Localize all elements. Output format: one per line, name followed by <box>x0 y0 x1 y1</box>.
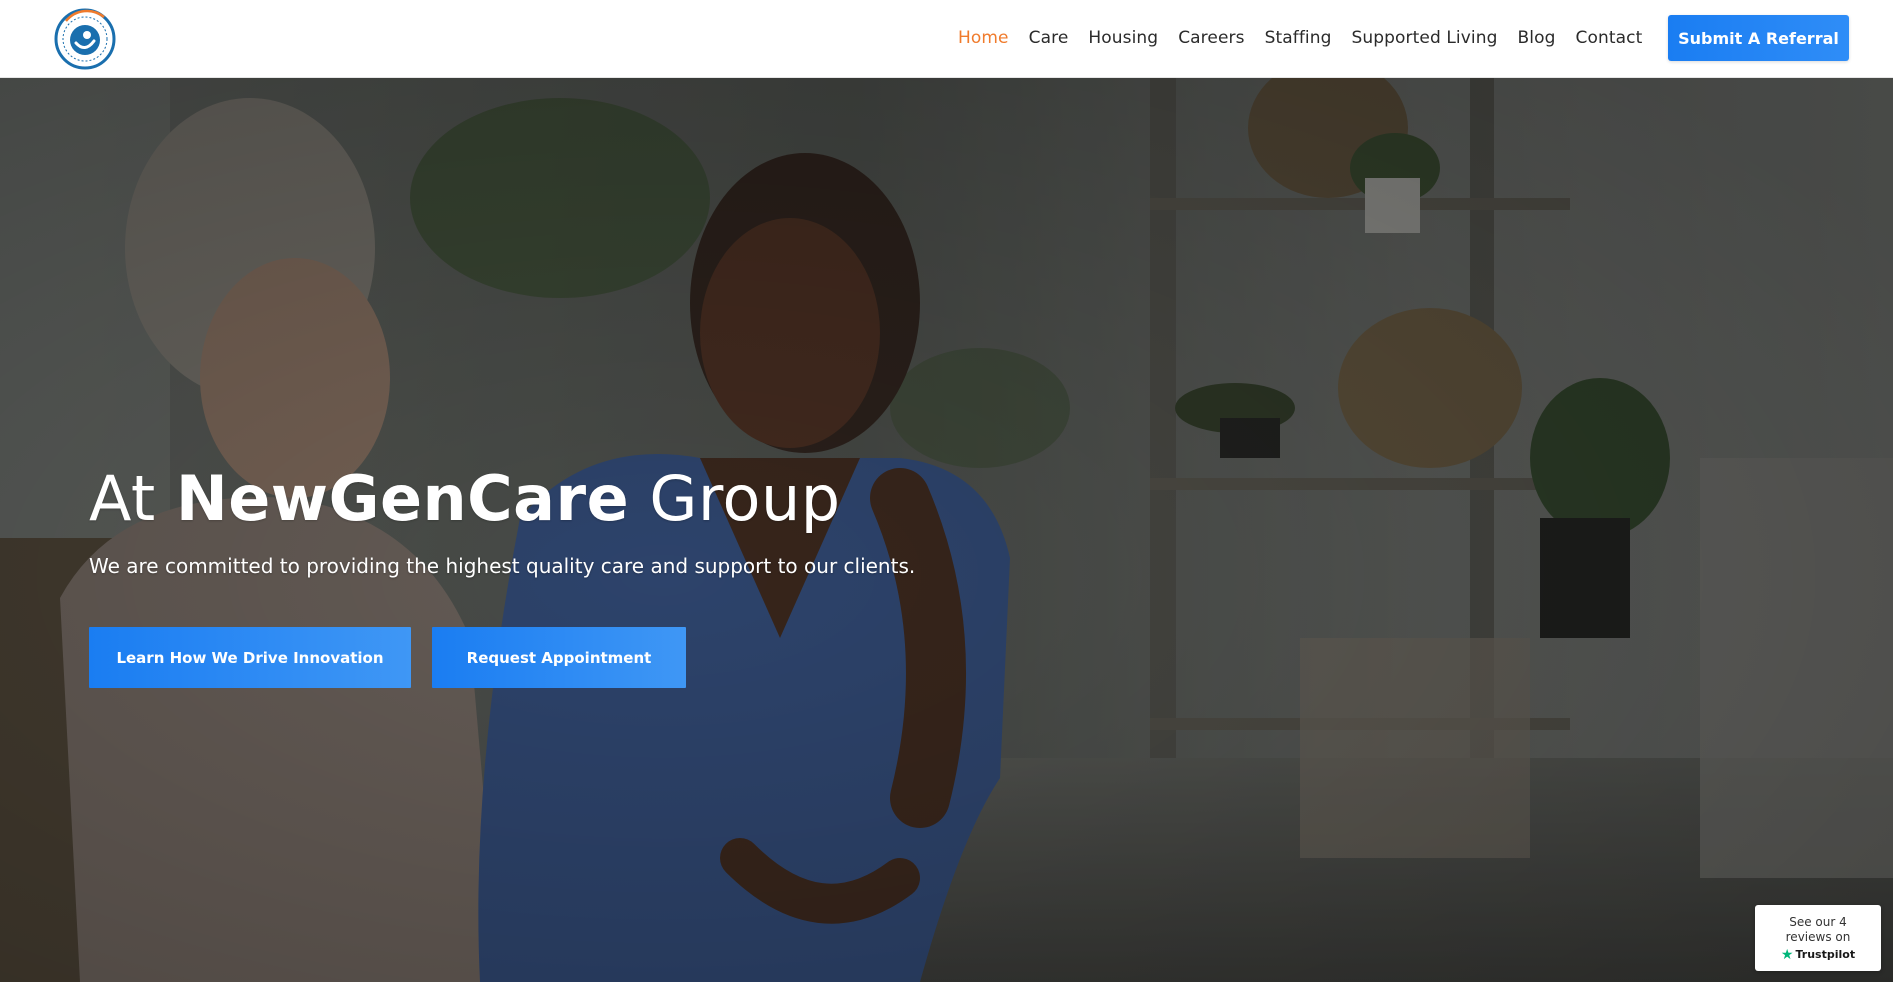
nav-care[interactable]: Care <box>1029 28 1069 48</box>
trustpilot-line-1: See our 4 <box>1789 914 1847 929</box>
hero-title-prefix: At <box>89 462 156 535</box>
hero-title-brand: NewGenCare <box>175 462 630 535</box>
trustpilot-brand-row: ★ Trustpilot <box>1781 948 1855 962</box>
nav-staffing[interactable]: Staffing <box>1265 28 1332 48</box>
trustpilot-line-2: reviews on <box>1785 929 1851 944</box>
trustpilot-star-icon: ★ <box>1780 946 1794 963</box>
site-header: Home Care Housing Careers Staffing Suppo… <box>0 0 1893 78</box>
nav-housing[interactable]: Housing <box>1088 28 1158 48</box>
submit-referral-button[interactable]: Submit A Referral <box>1668 15 1849 61</box>
nav-careers[interactable]: Careers <box>1178 28 1244 48</box>
learn-innovation-button[interactable]: Learn How We Drive Innovation <box>89 627 411 688</box>
trustpilot-widget[interactable]: See our 4 reviews on ★ Trustpilot <box>1755 905 1881 971</box>
hero-section: At NewGenCare Group We are committed to … <box>0 78 1893 982</box>
newgencare-logo[interactable] <box>52 7 118 71</box>
nav-supported-living[interactable]: Supported Living <box>1352 28 1498 48</box>
nav-home[interactable]: Home <box>958 28 1009 48</box>
nav-contact[interactable]: Contact <box>1576 28 1643 48</box>
hero-title: At NewGenCare Group <box>89 462 841 535</box>
hero-subtitle: We are committed to providing the highes… <box>89 554 916 578</box>
main-navigation: Home Care Housing Careers Staffing Suppo… <box>958 0 1662 76</box>
hero-title-suffix: Group <box>649 462 841 535</box>
trustpilot-brand: Trustpilot <box>1795 948 1856 961</box>
nav-blog[interactable]: Blog <box>1518 28 1556 48</box>
request-appointment-button[interactable]: Request Appointment <box>432 627 686 688</box>
